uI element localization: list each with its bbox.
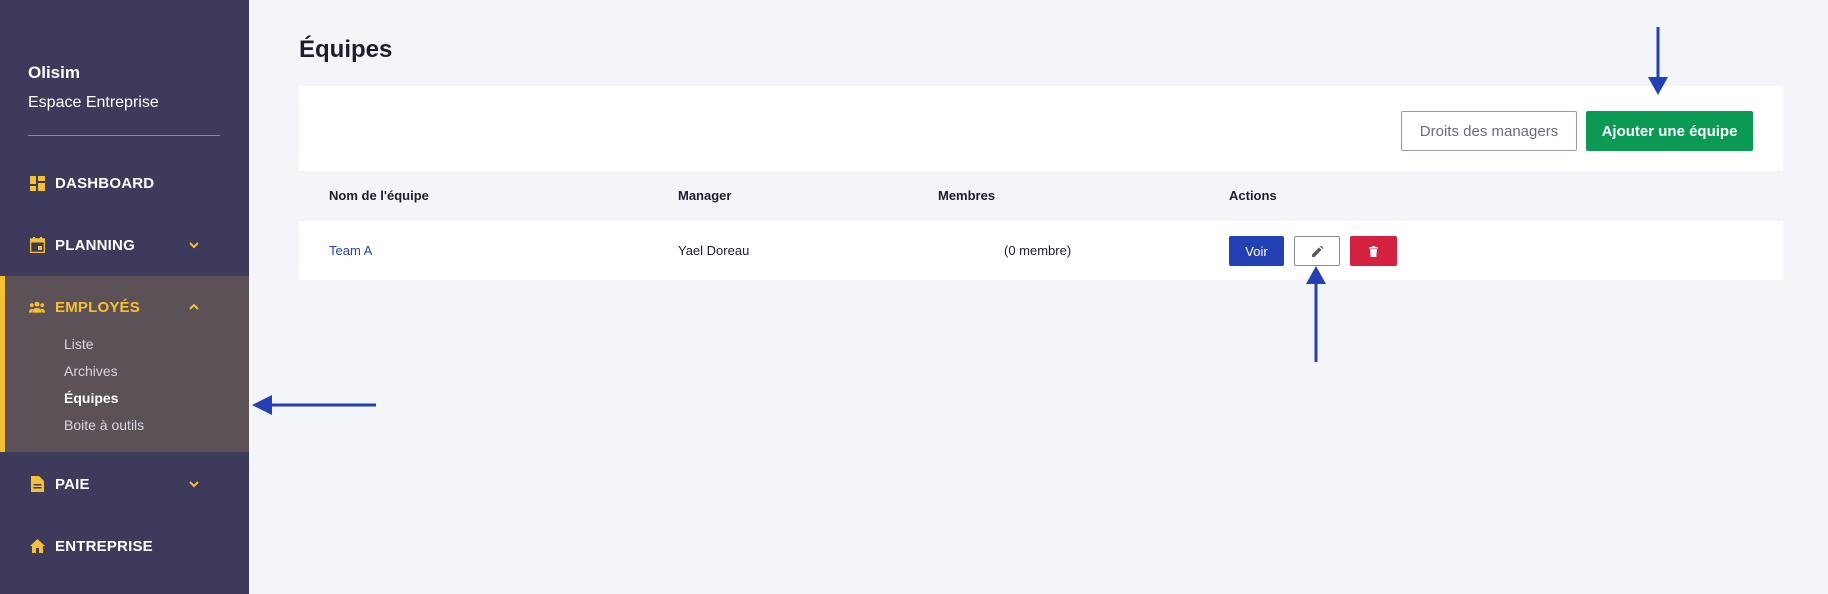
sidebar-subitem-boite-a-outils[interactable]: Boite à outils bbox=[64, 417, 144, 433]
sidebar-subitem-archives[interactable]: Archives bbox=[64, 363, 118, 379]
sidebar-item-label: PAIE bbox=[55, 475, 90, 493]
team-manager: Yael Doreau bbox=[678, 243, 750, 258]
column-header-manager: Manager bbox=[678, 188, 732, 203]
team-name-link[interactable]: Team A bbox=[329, 243, 372, 258]
brand-subtitle: Espace Entreprise bbox=[28, 94, 159, 111]
sidebar: Olisim Espace Entreprise DASHBOARD PLANN… bbox=[0, 0, 249, 594]
edit-team-button[interactable] bbox=[1294, 236, 1340, 266]
sidebar-subitem-liste[interactable]: Liste bbox=[64, 336, 94, 352]
sidebar-item-label: DASHBOARD bbox=[55, 174, 155, 192]
sidebar-item-entreprise[interactable]: ENTREPRISE bbox=[0, 526, 249, 566]
table-header bbox=[299, 171, 1783, 221]
column-header-members: Membres bbox=[938, 188, 996, 203]
column-header-team-name: Nom de l'équipe bbox=[329, 188, 429, 203]
calendar-icon bbox=[29, 237, 45, 253]
annotation-arrow-up bbox=[1306, 266, 1326, 362]
brand: Olisim Espace Entreprise bbox=[28, 62, 159, 114]
document-icon bbox=[29, 476, 45, 492]
team-members-count: (0 membre) bbox=[1004, 243, 1072, 258]
sidebar-item-paie[interactable]: PAIE bbox=[0, 464, 249, 504]
annotation-arrow-down bbox=[1648, 27, 1668, 95]
sidebar-item-label: PLANNING bbox=[55, 236, 135, 254]
chevron-down-icon bbox=[189, 481, 199, 488]
column-header-actions: Actions bbox=[1229, 188, 1277, 203]
view-team-button[interactable]: Voir bbox=[1229, 236, 1284, 266]
sidebar-subitem-equipes[interactable]: Équipes bbox=[64, 390, 118, 406]
annotation-arrow-left bbox=[252, 395, 376, 415]
delete-team-button[interactable] bbox=[1350, 236, 1397, 266]
people-icon bbox=[29, 299, 45, 315]
chevron-down-icon bbox=[189, 242, 199, 249]
dashboard-icon bbox=[29, 175, 45, 191]
page-title: Équipes bbox=[299, 36, 393, 63]
sidebar-item-label: EMPLOYÉS bbox=[55, 298, 140, 316]
brand-divider bbox=[28, 135, 220, 136]
chevron-up-icon bbox=[189, 303, 199, 310]
add-team-button[interactable]: Ajouter une équipe bbox=[1586, 111, 1753, 151]
sidebar-item-dashboard[interactable]: DASHBOARD bbox=[0, 163, 249, 203]
sidebar-item-label: ENTREPRISE bbox=[55, 537, 153, 555]
sidebar-item-planning[interactable]: PLANNING bbox=[0, 225, 249, 265]
brand-name: Olisim bbox=[28, 63, 80, 82]
manager-rights-button[interactable]: Droits des managers bbox=[1401, 111, 1577, 151]
sidebar-item-employes[interactable]: EMPLOYÉS bbox=[0, 287, 249, 327]
trash-icon bbox=[1369, 245, 1378, 257]
home-icon bbox=[29, 538, 45, 554]
pencil-icon bbox=[1311, 245, 1323, 257]
